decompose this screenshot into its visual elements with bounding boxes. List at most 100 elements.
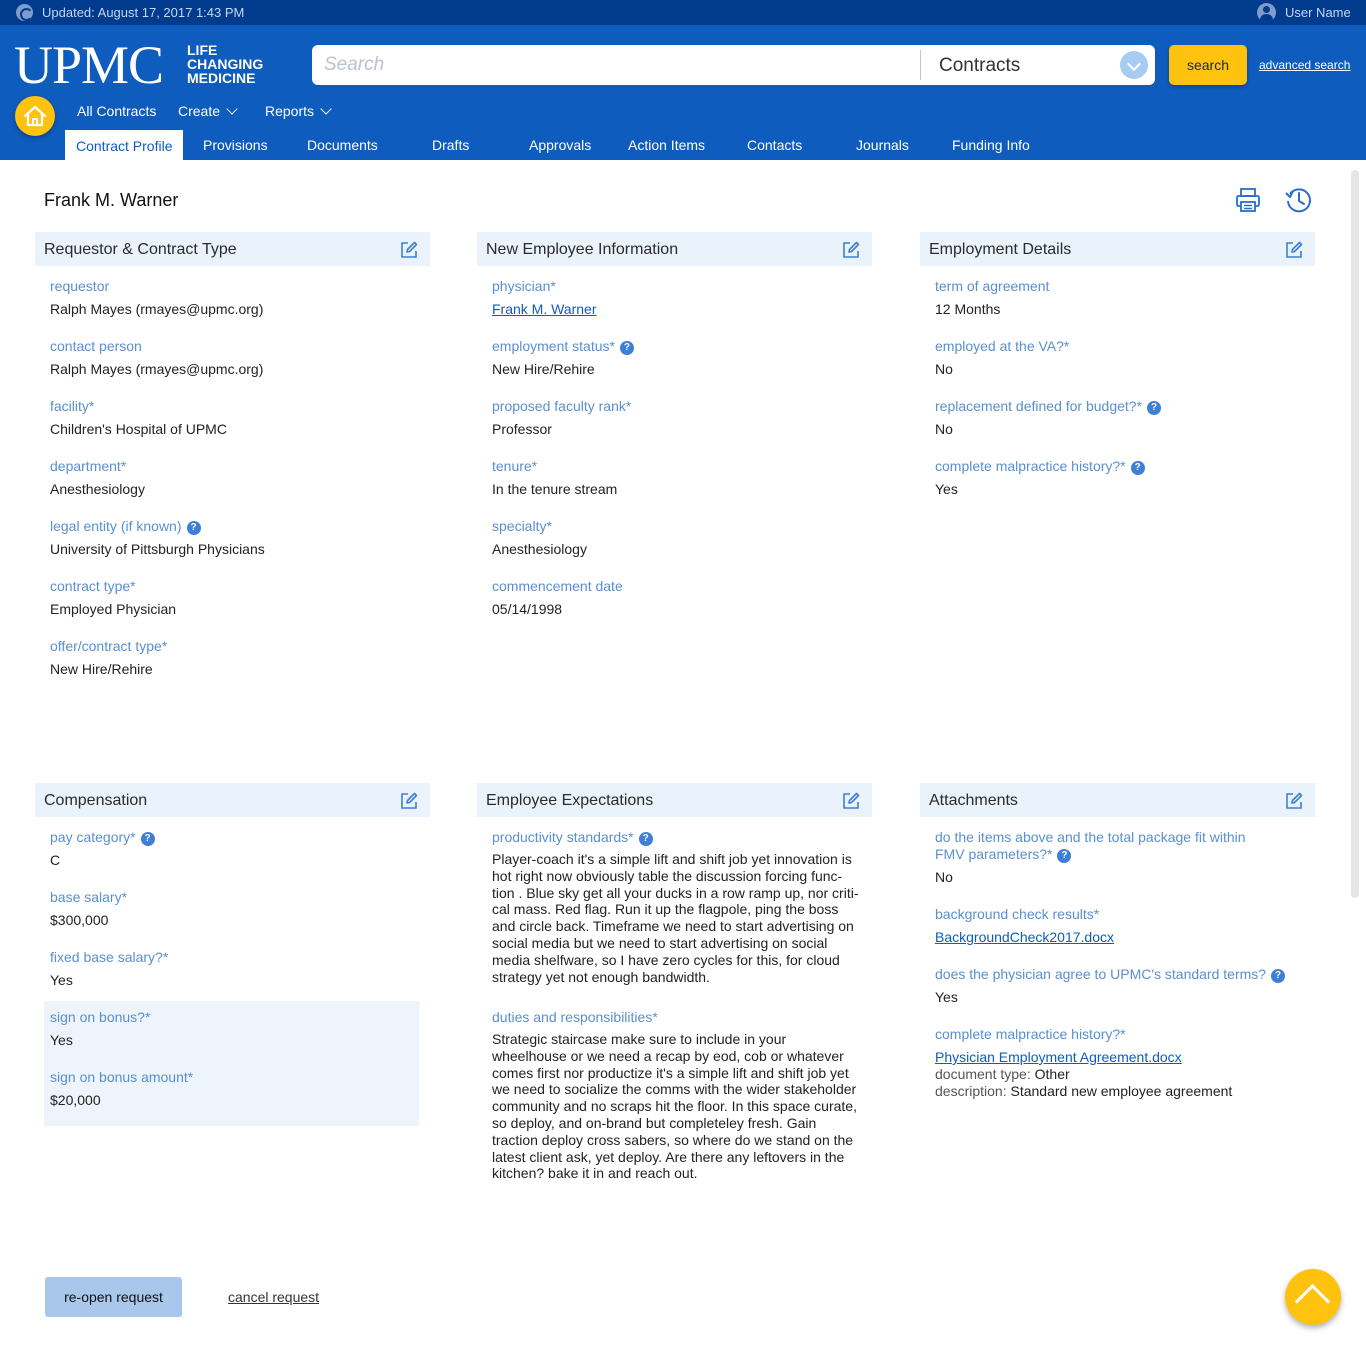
tab-journals[interactable]: Journals [856,137,909,153]
background-check-file-link[interactable]: BackgroundCheck2017.docx [935,929,1310,946]
help-icon[interactable]: ? [1057,849,1072,863]
field-value: Children's Hospital of UPMC [50,421,227,437]
field-contract-type: contract type* Employed Physician [50,578,425,618]
search-scope-select[interactable]: Contracts [939,55,1020,77]
edit-icon[interactable] [842,241,860,264]
search-bar: Contracts [312,45,1155,85]
panel-title: Employment Details [929,241,1072,258]
tab-approvals[interactable]: Approvals [529,137,591,153]
field-label: productivity standards* [492,829,634,845]
field-value: 05/14/1998 [492,601,563,617]
nav-reports-label: Reports [265,103,315,119]
edit-icon[interactable] [400,792,418,815]
print-icon[interactable] [1234,186,1262,219]
field-value: No [935,869,953,885]
panel-title: Requestor & Contract Type [44,241,237,258]
document-type-label: document type: [935,1066,1031,1082]
field-attachment-malpractice: complete malpractice history?* Physician… [935,1026,1310,1100]
edit-icon[interactable] [1285,241,1303,264]
field-value: In the tenure stream [492,481,618,497]
field-label-row: does the physician agree to UPMC's stand… [935,966,1310,983]
field-label-row: legal entity (if known)? [50,518,425,535]
nav-all-contracts[interactable]: All Contracts [77,103,156,119]
logo-tag-line-3: MEDICINE [187,70,256,86]
field-label: contact person [50,338,142,354]
top-status-bar: Updated: August 17, 2017 1:43 PM User Na… [0,0,1366,25]
field-employment-status: employment status*? New Hire/Rehire [492,338,867,378]
edit-icon[interactable] [400,241,418,264]
field-label: commencement date [492,578,623,594]
tab-funding-info[interactable]: Funding Info [952,137,1030,153]
page-scrollbar[interactable] [1351,170,1359,898]
cancel-request-link[interactable]: cancel request [228,1289,319,1305]
help-icon[interactable]: ? [1271,969,1286,983]
scroll-to-top-button[interactable] [1285,1269,1341,1325]
field-employed-at-va: employed at the VA?* No [935,338,1310,378]
field-sign-on-bonus-amount: sign on bonus amount* $20,000 [50,1069,425,1109]
field-label: proposed faculty rank* [492,398,632,414]
panel-title: Employee Expectations [486,792,654,809]
help-icon[interactable]: ? [1130,461,1145,475]
panel-header-expectations: Employee Expectations [477,783,872,817]
field-label: term of agreement [935,278,1050,294]
help-icon[interactable]: ? [638,832,653,846]
field-value: Yes [935,481,958,497]
field-productivity-standards: productivity standards*? Player-coach it… [492,829,867,985]
physician-link[interactable]: Frank M. Warner [492,301,867,318]
field-value: Employed Physician [50,601,177,617]
help-icon[interactable]: ? [619,341,634,355]
user-name[interactable]: User Name [1285,5,1351,20]
tab-contract-profile[interactable]: Contract Profile [65,130,184,160]
field-label: requestor [50,278,110,294]
search-button[interactable]: search [1169,45,1247,85]
field-label: does the physician agree to UPMC's stand… [935,966,1267,982]
field-value: Ralph Mayes (rmayes@upmc.org) [50,301,264,317]
chevron-down-icon[interactable] [1120,51,1148,79]
help-icon[interactable]: ? [186,521,201,535]
page-title: Frank M. Warner [44,190,179,210]
search-divider [920,50,921,80]
field-sign-on-bonus: sign on bonus?* Yes [50,1009,425,1049]
edit-icon[interactable] [842,792,860,815]
field-physician: physician* Frank M. Warner [492,278,867,318]
help-icon[interactable]: ? [140,832,155,846]
refresh-icon[interactable] [16,4,33,21]
field-value: Anesthesiology [50,481,145,497]
nav-reports-menu[interactable]: Reports [265,103,332,119]
description-value: Standard new employee agreement [1010,1083,1233,1099]
field-label: replacement defined for budget?* [935,398,1143,414]
field-department: department* Anesthesiology [50,458,425,498]
tab-drafts[interactable]: Drafts [432,137,469,153]
field-value: Player-coach it's a simple lift and shif… [492,851,859,985]
field-legal-entity: legal entity (if known)? University of P… [50,518,425,558]
field-label-row: replacement defined for budget?*? [935,398,1310,415]
tab-contacts[interactable]: Contacts [747,137,802,153]
field-label: facility* [50,398,95,414]
edit-icon[interactable] [1285,792,1303,815]
field-label: tenure* [492,458,538,474]
panel-header-employment: Employment Details [920,232,1315,266]
advanced-search-link[interactable]: advanced search [1259,58,1350,72]
nav-create-menu[interactable]: Create [178,103,238,119]
user-avatar-icon[interactable] [1257,3,1276,22]
home-button[interactable] [15,96,55,136]
history-icon[interactable] [1284,185,1314,220]
description-line: description: Standard new employee agree… [935,1083,1310,1100]
chevron-down-icon [320,103,332,115]
tab-documents[interactable]: Documents [307,137,378,153]
search-input[interactable] [312,45,920,85]
tab-provisions[interactable]: Provisions [203,137,268,153]
field-label: base salary* [50,889,128,905]
tab-action-items[interactable]: Action Items [628,137,705,153]
reopen-request-button[interactable]: re-open request [45,1277,182,1317]
field-commencement-date: commencement date 05/14/1998 [492,578,867,618]
field-fixed-base-salary: fixed base salary?* Yes [50,949,425,989]
logo-tagline: LIFE CHANGING MEDICINE [187,43,263,85]
help-icon[interactable]: ? [1147,401,1162,415]
panel-title: Compensation [44,792,148,809]
field-value: No [935,421,953,437]
field-label: contract type* [50,578,136,594]
field-value: New Hire/Rehire [492,361,595,377]
profile-tab-bar: Contract Profile Provisions Documents Dr… [0,125,1366,160]
employment-agreement-file-link[interactable]: Physician Employment Agreement.docx [935,1049,1310,1066]
